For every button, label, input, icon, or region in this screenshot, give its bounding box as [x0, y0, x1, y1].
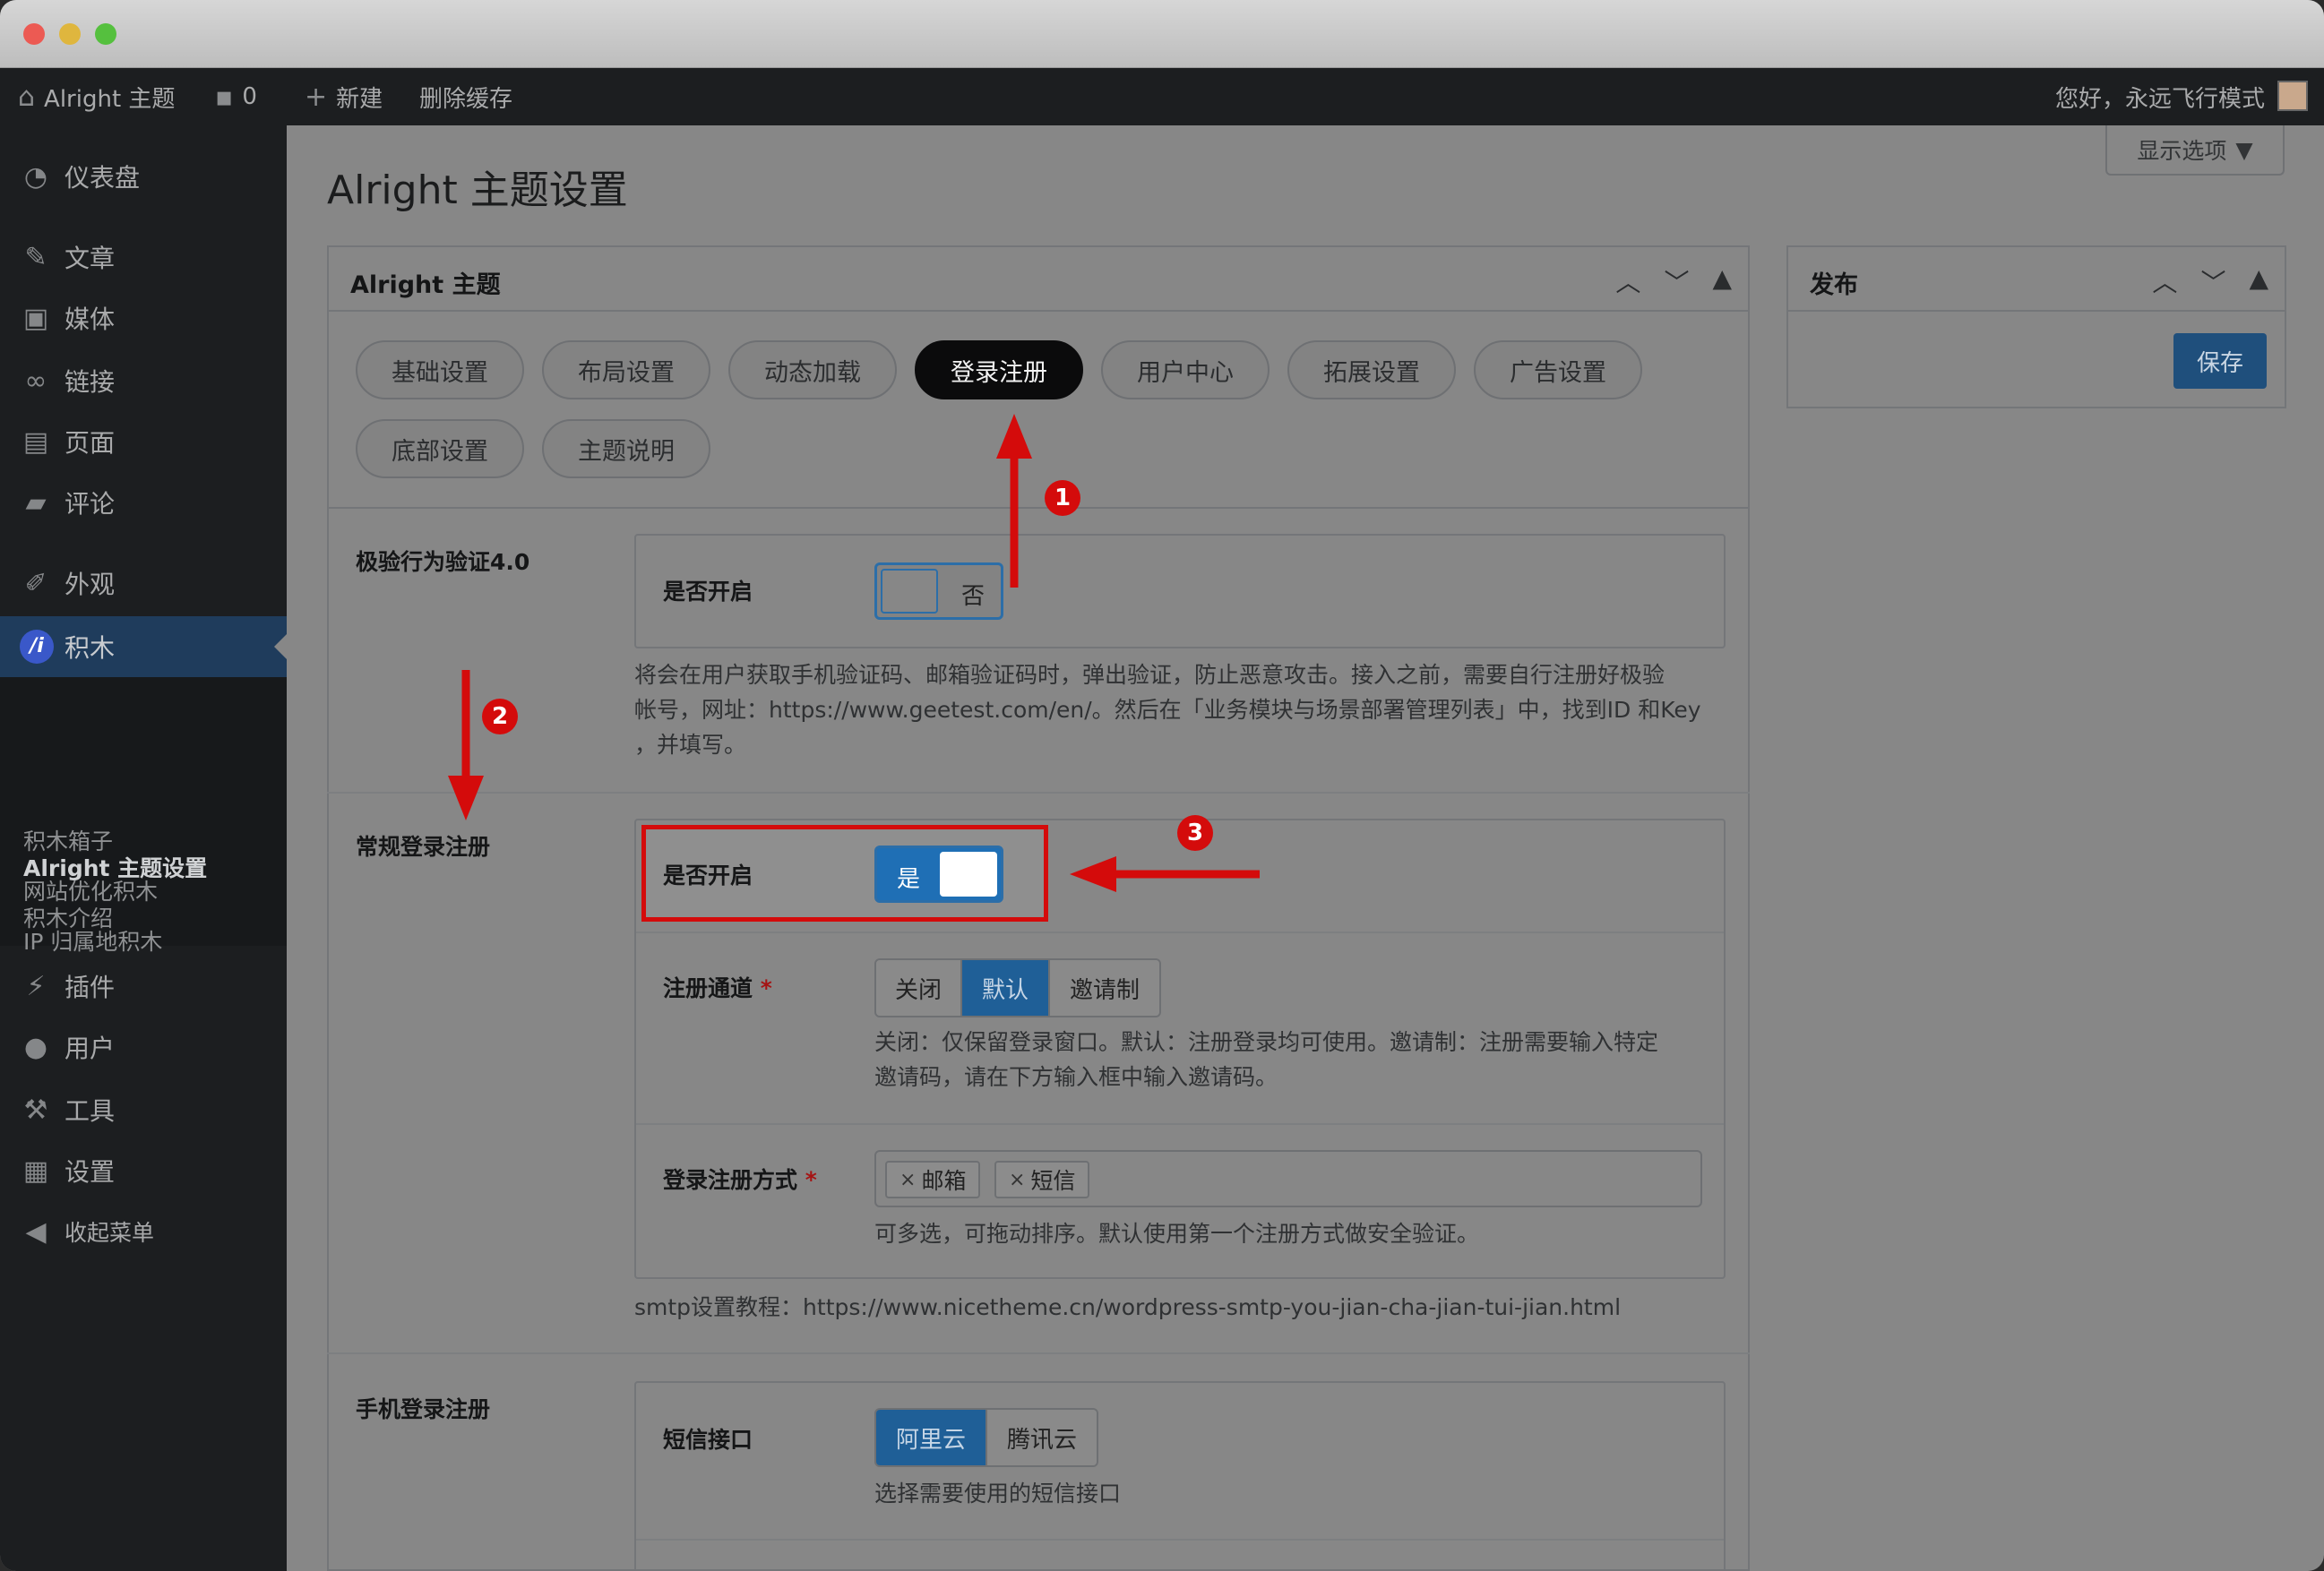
annotation-badge-1: 1 [1045, 480, 1080, 516]
annotation-arrows [448, 414, 1260, 892]
arrow-3 [1070, 856, 1260, 892]
annotation-badge-3: 3 [1177, 815, 1213, 851]
app-window: ⌂ Alright 主题 ▪ 0 + 新建 删除缓存 您好，永远飞行模式 ◔ 仪… [0, 0, 2324, 1571]
arrow-2 [448, 670, 484, 820]
arrow-1 [996, 414, 1032, 588]
annotation-badge-2: 2 [482, 699, 518, 734]
